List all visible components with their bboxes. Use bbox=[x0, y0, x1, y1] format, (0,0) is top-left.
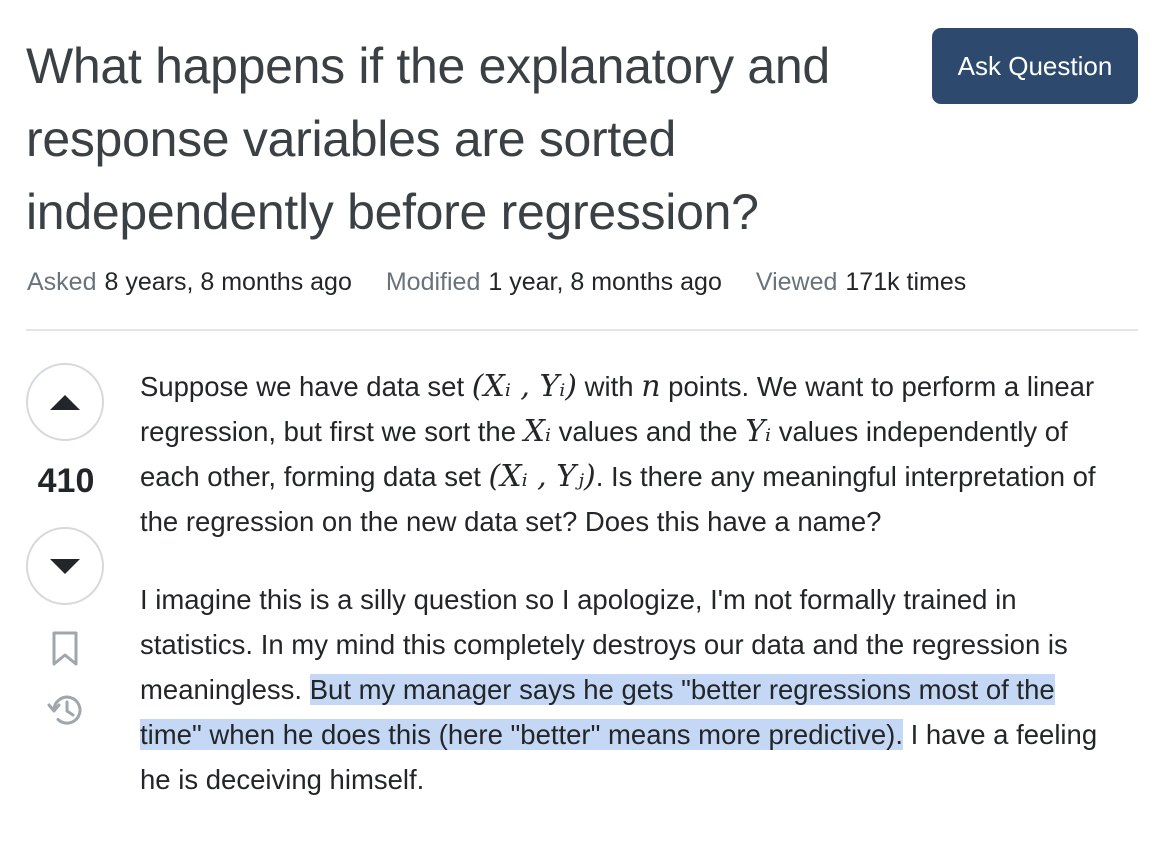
math-xi: Xᵢ bbox=[523, 414, 552, 449]
asked-value[interactable]: 8 years, 8 months ago bbox=[104, 268, 351, 296]
modified-info: Modified 1 year, 8 months ago bbox=[386, 268, 722, 297]
question-meta: Asked 8 years, 8 months ago Modified 1 yea… bbox=[27, 262, 1000, 302]
question-body: Suppose we have data set (Xᵢ , Yᵢ) with … bbox=[140, 364, 1115, 802]
asked-info: Asked 8 years, 8 months ago bbox=[27, 268, 352, 297]
bookmark-button[interactable] bbox=[50, 630, 80, 673]
body-text: Suppose we have data set bbox=[140, 371, 472, 402]
header-divider bbox=[26, 329, 1138, 331]
ask-question-button[interactable]: Ask Question bbox=[932, 28, 1138, 104]
bookmark-icon bbox=[52, 631, 78, 666]
math-yi: Yᵢ bbox=[745, 414, 772, 449]
upvote-button[interactable] bbox=[26, 363, 104, 441]
modified-value[interactable]: 1 year, 8 months ago bbox=[488, 268, 721, 296]
history-icon bbox=[47, 695, 82, 725]
math-n: n bbox=[641, 369, 661, 404]
body-paragraph-1: Suppose we have data set (Xᵢ , Yᵢ) with … bbox=[140, 364, 1115, 544]
arrow-down-icon bbox=[50, 558, 80, 574]
body-text: with bbox=[577, 371, 642, 402]
history-button[interactable] bbox=[46, 690, 86, 735]
asked-label: Asked bbox=[27, 267, 97, 296]
viewed-label: Viewed bbox=[755, 267, 838, 296]
viewed-value: 171k times bbox=[845, 267, 967, 296]
viewed-info: Viewed 171k times bbox=[756, 268, 966, 297]
body-paragraph-2: I imagine this is a silly question so I … bbox=[140, 577, 1115, 802]
body-text: values and the bbox=[551, 416, 746, 447]
math-sorted-dataset: (Xᵢ , Yⱼ) bbox=[488, 459, 596, 494]
math-dataset: (Xᵢ , Yᵢ) bbox=[471, 369, 578, 404]
vote-count: 410 bbox=[37, 462, 95, 500]
downvote-button[interactable] bbox=[26, 527, 104, 605]
modified-label: Modified bbox=[385, 267, 481, 296]
arrow-up-icon bbox=[50, 394, 80, 410]
question-title: What happens if the explanatory and resp… bbox=[26, 38, 830, 240]
